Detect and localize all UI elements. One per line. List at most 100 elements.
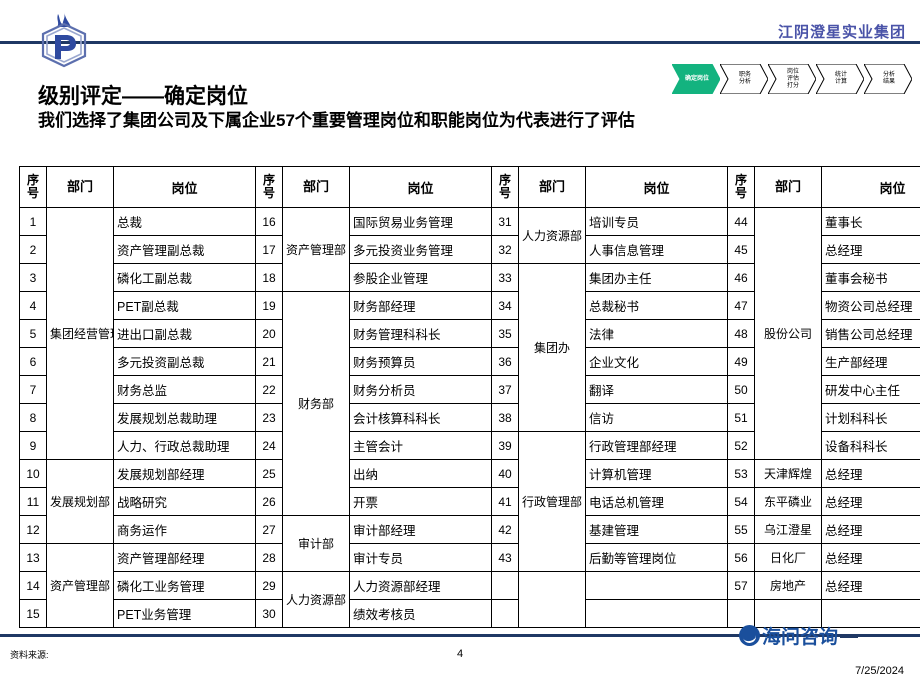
page-number: 4 xyxy=(456,648,464,660)
cell-position: 翻译 xyxy=(585,375,728,404)
table-column-header: 岗位 xyxy=(349,166,492,208)
cell-index: 51 xyxy=(727,403,755,432)
cell-position: 发展规划总裁助理 xyxy=(113,403,256,432)
cell-department: 房地产 xyxy=(754,571,822,600)
cell-department: 人力资源部 xyxy=(518,207,586,264)
cell-position: 设备科科长 xyxy=(821,431,920,460)
cell-department: 集团经营管理委员会 xyxy=(46,207,114,460)
cell-index: 56 xyxy=(727,543,755,572)
cell-index: 1 xyxy=(19,207,47,236)
cell-department: 行政管理部 xyxy=(518,431,586,572)
cell-index: 4 xyxy=(19,291,47,320)
footer-accent-dash xyxy=(840,634,858,638)
cell-position: 磷化工副总裁 xyxy=(113,263,256,292)
cell-department: 天津辉煌 xyxy=(754,459,822,488)
cell-index: 41 xyxy=(491,487,519,516)
cell-index: 50 xyxy=(727,375,755,404)
cell-department: 乌江澄星 xyxy=(754,515,822,544)
cell-position: 销售公司总经理 xyxy=(821,319,920,348)
cell-position: 主管会计 xyxy=(349,431,492,460)
cell-position: 进出口副总裁 xyxy=(113,319,256,348)
cell-position: 发展规划部经理 xyxy=(113,459,256,488)
cell-position: 总经理 xyxy=(821,487,920,516)
cell-index: 8 xyxy=(19,403,47,432)
cell-position: 战略研究 xyxy=(113,487,256,516)
page-title: 级别评定——确定岗位 xyxy=(38,85,248,108)
table-column-header: 岗位 xyxy=(585,166,728,208)
cell-position: 总裁 xyxy=(113,207,256,236)
cell-index: 33 xyxy=(491,263,519,292)
cell-index: 55 xyxy=(727,515,755,544)
table-row: 12 商务运作 27 审计部 审计部经理 42 基建管理 55 乌江澄星 总经理 xyxy=(19,515,920,572)
cell-index: 57 xyxy=(727,571,755,600)
cell-position: 信访 xyxy=(585,403,728,432)
cell-index: 54 xyxy=(727,487,755,516)
cell-index: 47 xyxy=(727,291,755,320)
cell-position: 计划科科长 xyxy=(821,403,920,432)
process-step-3[interactable]: 岗位 评估 打分 xyxy=(768,64,816,94)
table-column-header: 部门 xyxy=(518,166,586,208)
cell-department: 资产管理部 xyxy=(46,543,114,628)
cell-department: 资产管理部 xyxy=(282,207,350,292)
table-row: 1集团经营管理委员会总裁16资产管理部国际贸易业务管理31人力资源部培训专员44… xyxy=(19,207,920,460)
cell-position xyxy=(585,571,728,600)
table-column-header: 序号 xyxy=(491,166,519,208)
cell-index: 12 xyxy=(19,515,47,544)
cell-department: 财务部 xyxy=(282,291,350,516)
cell-index: 38 xyxy=(491,403,519,432)
cell-position: 国际贸易业务管理 xyxy=(349,207,492,236)
process-step-4[interactable]: 统计 计算 xyxy=(816,64,864,94)
cell-index: 39 xyxy=(491,431,519,460)
cell-position: 财务部经理 xyxy=(349,291,492,320)
company-name: 江阴澄星实业集团 xyxy=(777,24,906,41)
cell-index: 6 xyxy=(19,347,47,376)
cell-position: 物资公司总经理 xyxy=(821,291,920,320)
table-column-header: 部门 xyxy=(282,166,350,208)
cell-index: 35 xyxy=(491,319,519,348)
cell-position: 财务总监 xyxy=(113,375,256,404)
slide-footer: 资料来源: 4 海问咨询 7/25/2024 xyxy=(0,620,920,690)
process-step-label: 岗位 评估 打分 xyxy=(786,68,799,89)
cell-position: 董事长 xyxy=(821,207,920,236)
cell-position: 会计核算科科长 xyxy=(349,403,492,432)
cell-index: 45 xyxy=(727,235,755,264)
table-column-header: 岗位 xyxy=(113,166,256,208)
cell-index: 27 xyxy=(255,515,283,544)
cell-index: 24 xyxy=(255,431,283,460)
cell-position: 企业文化 xyxy=(585,347,728,376)
cell-position: 出纳 xyxy=(349,459,492,488)
table-row: 14 磷化工业务管理 29 人力资源部 人力资源部经理 57 房地产 总经理 xyxy=(19,571,920,628)
cell-position: 审计专员 xyxy=(349,543,492,572)
cell-department: 股份公司 xyxy=(754,207,822,460)
table-row: 13 资产管理部 资产管理部经理 28 审计专员 43 后勤等管理岗位 56 日化厂 总经理 xyxy=(19,543,920,628)
process-step-label: 职务 分析 xyxy=(738,72,751,85)
cell-position: 行政管理部经理 xyxy=(585,431,728,460)
cell-index: 7 xyxy=(19,375,47,404)
cell-position: 财务分析员 xyxy=(349,375,492,404)
cell-index: 23 xyxy=(255,403,283,432)
cell-position: 总经理 xyxy=(821,571,920,600)
cell-index: 9 xyxy=(19,431,47,460)
cell-index: 37 xyxy=(491,375,519,404)
cell-index: 13 xyxy=(19,543,47,572)
table-header-row: 序号部门 岗位序号部门 岗位序号部门 岗位序号部门 岗位 xyxy=(19,166,920,208)
cell-index: 19 xyxy=(255,291,283,320)
cell-index: 10 xyxy=(19,459,47,488)
cell-index: 34 xyxy=(491,291,519,320)
table-column-header: 序号 xyxy=(255,166,283,208)
table-row: 11 战略研究 26 开票 41 电话总机管理 54 东平磷业 总经理 xyxy=(19,487,920,516)
cell-index: 43 xyxy=(491,543,519,572)
cell-position: 资产管理副总裁 xyxy=(113,235,256,264)
cell-department: 日化厂 xyxy=(754,543,822,572)
process-step-5[interactable]: 分析 结果 xyxy=(864,64,912,94)
process-step-label: 分析 结果 xyxy=(882,72,895,85)
cell-position: 磷化工业务管理 xyxy=(113,571,256,600)
cell-index: 14 xyxy=(19,571,47,600)
cell-position: 总经理 xyxy=(821,543,920,572)
cell-index: 3 xyxy=(19,263,47,292)
cell-index: 29 xyxy=(255,571,283,600)
cell-position: 基建管理 xyxy=(585,515,728,544)
cell-index: 48 xyxy=(727,319,755,348)
positions-table-container: 序号部门岗位序号部门岗位序号部门岗位序号部门岗位 1集团经营管理委员会总裁16资… xyxy=(19,166,920,628)
table-header: 序号部门 岗位序号部门 岗位序号部门 岗位序号部门 岗位 xyxy=(19,166,920,208)
